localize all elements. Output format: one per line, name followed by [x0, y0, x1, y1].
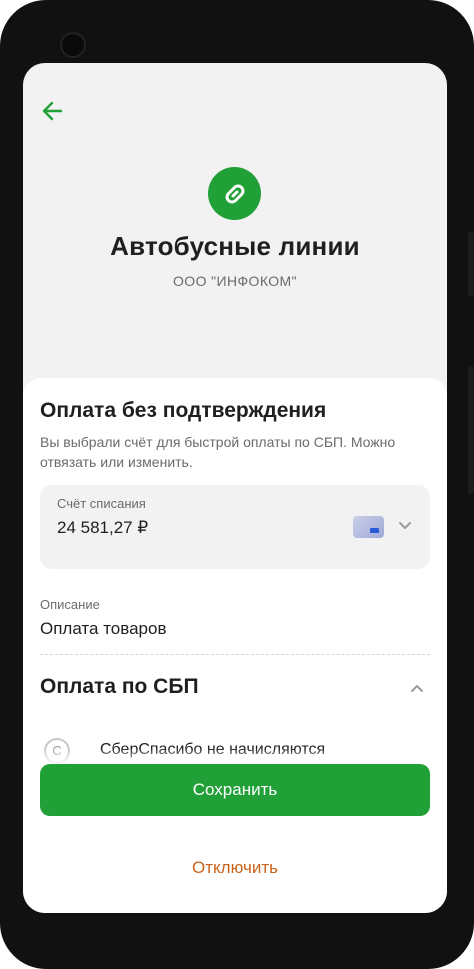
chevron-down-icon [399, 522, 411, 529]
power-button [468, 366, 474, 494]
app-screen: Автобусные линии ООО "ИНФОКОМ" Оплата бе… [23, 63, 447, 913]
chevron-up-icon [411, 685, 423, 692]
account-label: Счёт списания [57, 496, 146, 511]
account-selector[interactable]: Счёт списания 24 581,27 ₽ [40, 485, 430, 569]
arrow-left-icon [42, 101, 63, 121]
bottom-sheet: Оплата без подтверждения Вы выбрали счёт… [23, 378, 447, 913]
sheet-description: Вы выбрали счёт для быстрой оплаты по СБ… [40, 434, 396, 470]
divider [40, 654, 430, 655]
merchant-company: ООО "ИНФОКОМ" [173, 273, 297, 289]
description-label: Описание [40, 597, 100, 612]
bank-card-icon [353, 516, 384, 538]
description-value: Оплата товаров [40, 619, 167, 638]
disable-button[interactable]: Отключить [40, 850, 430, 886]
volume-button [468, 232, 474, 296]
front-camera [60, 32, 86, 58]
back-button[interactable] [39, 97, 67, 125]
sheet-title: Оплата без подтверждения [40, 399, 327, 422]
account-balance: 24 581,27 ₽ [57, 518, 149, 537]
sbp-section-toggle[interactable]: Оплата по СБП [40, 675, 430, 705]
phone-frame: Автобусные линии ООО "ИНФОКОМ" Оплата бе… [0, 0, 474, 969]
merchant-logo [208, 167, 261, 220]
link-icon [225, 184, 244, 203]
merchant-name: Автобусные линии [110, 231, 360, 261]
save-button[interactable]: Сохранить [40, 764, 430, 816]
sbp-section-title: Оплата по СБП [40, 675, 199, 698]
